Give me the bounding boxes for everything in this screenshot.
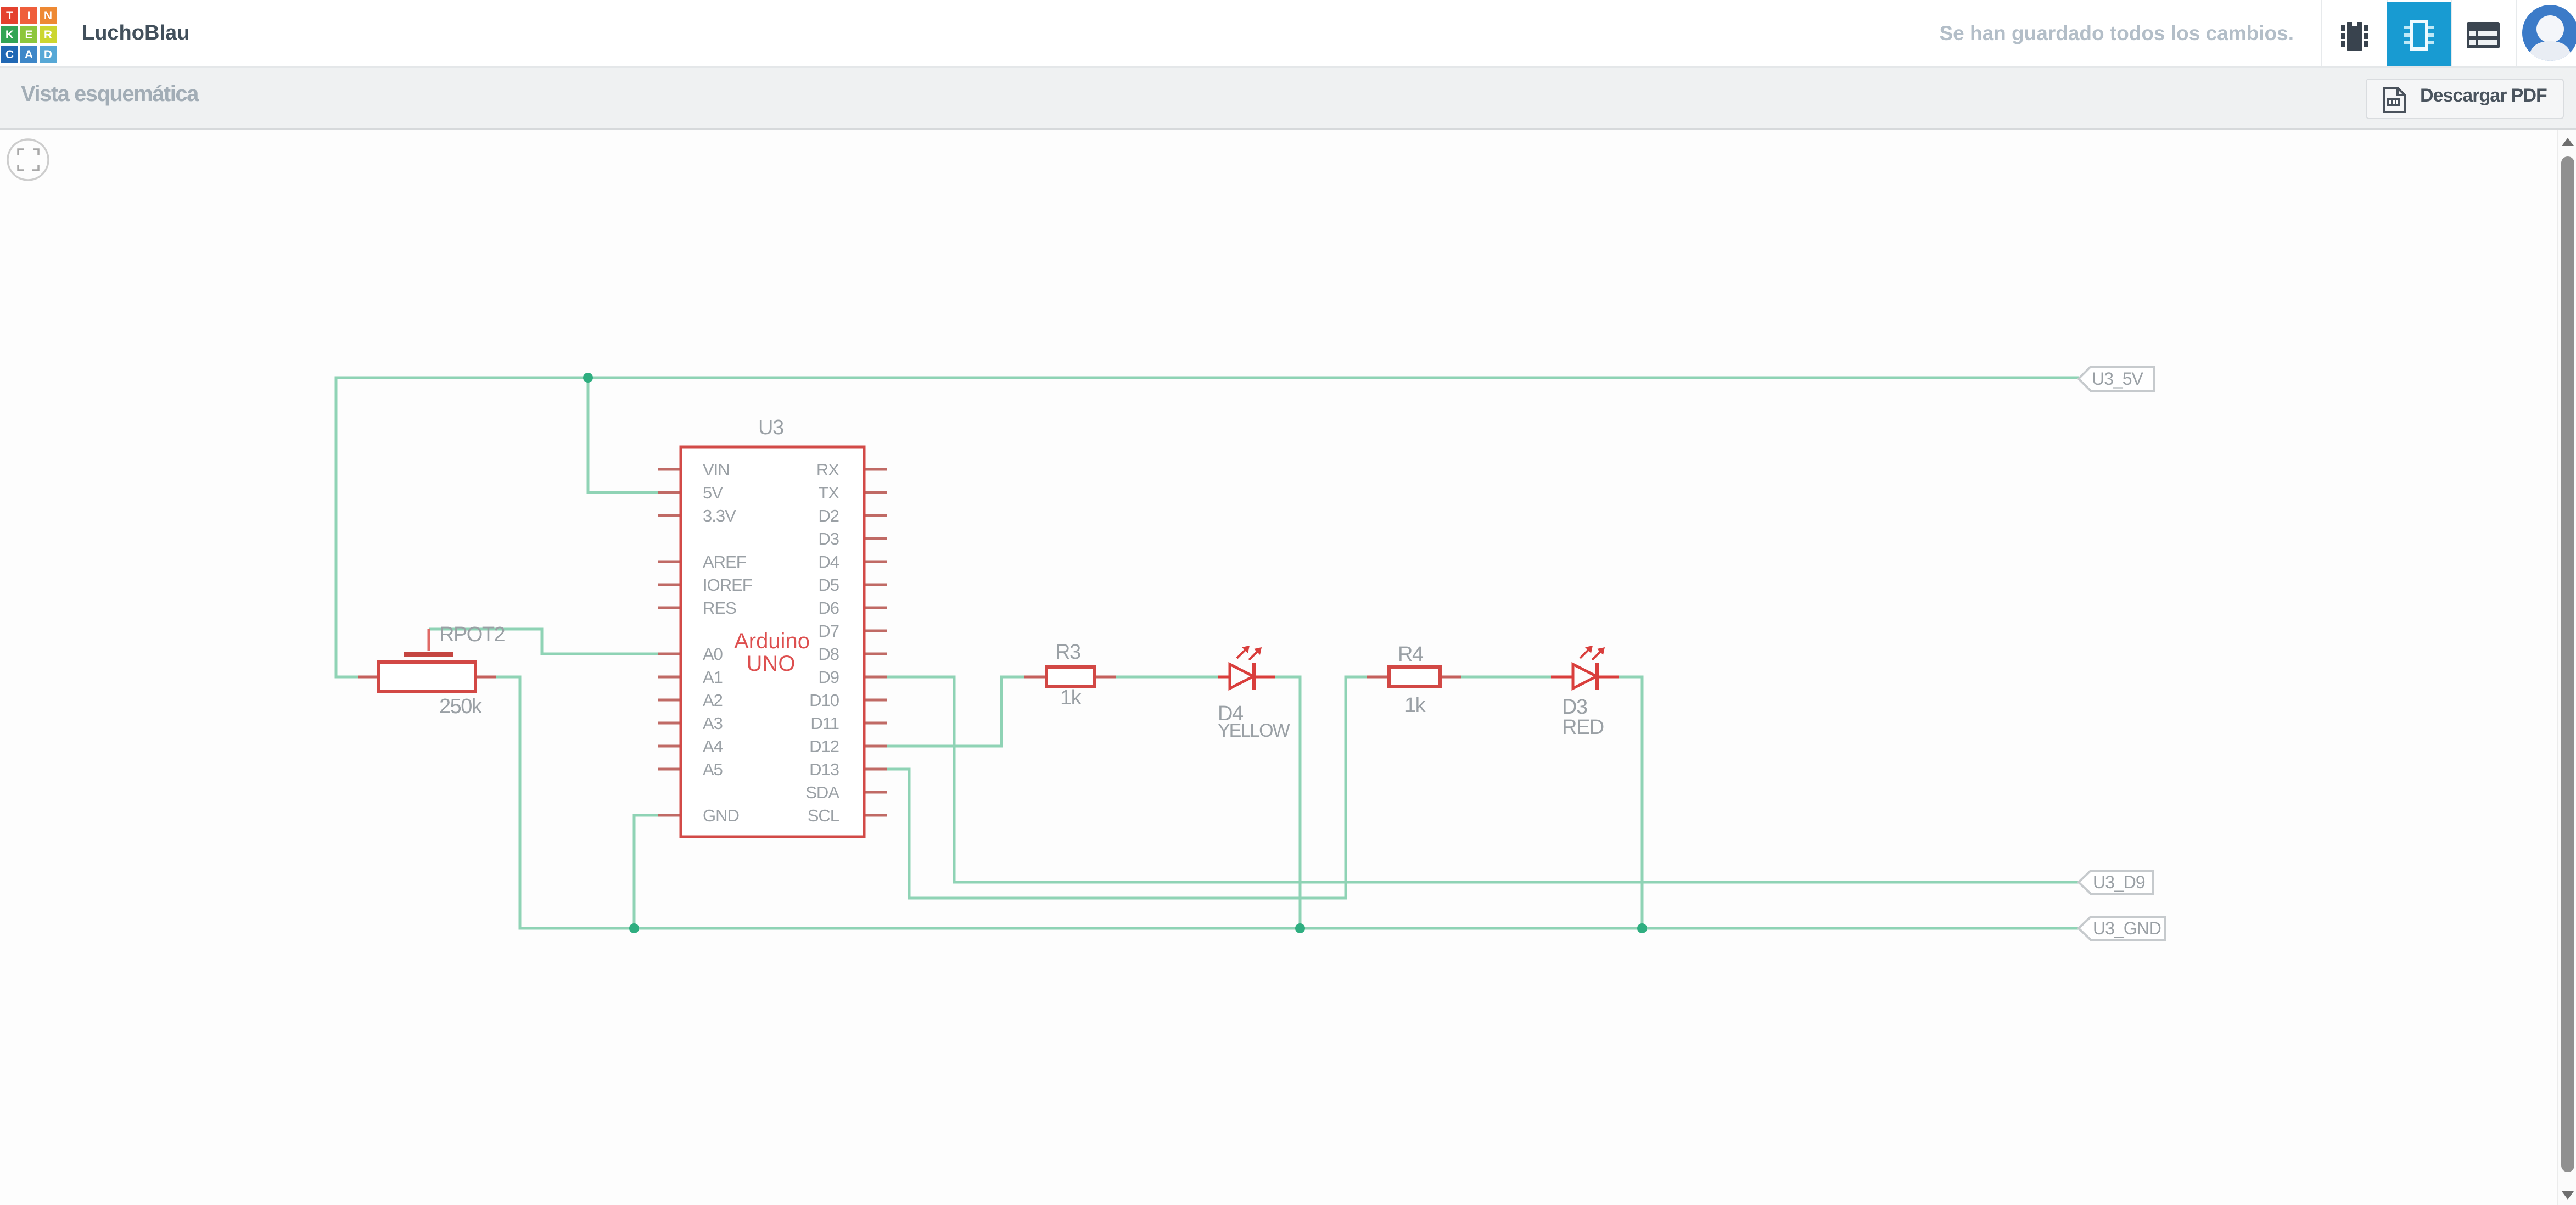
svg-text:D5: D5 bbox=[818, 575, 839, 595]
svg-text:D6: D6 bbox=[818, 598, 839, 618]
svg-text:D7: D7 bbox=[818, 621, 839, 641]
svg-text:Arduino: Arduino bbox=[734, 629, 810, 653]
svg-text:A2: A2 bbox=[703, 691, 723, 710]
svg-text:TX: TX bbox=[818, 483, 839, 502]
svg-text:R3: R3 bbox=[1055, 641, 1080, 664]
svg-text:A0: A0 bbox=[703, 644, 723, 664]
svg-text:5V: 5V bbox=[703, 483, 723, 502]
svg-text:GND: GND bbox=[703, 806, 739, 825]
svg-text:D3: D3 bbox=[818, 529, 839, 548]
svg-text:UNO: UNO bbox=[747, 652, 796, 676]
svg-text:A3: A3 bbox=[703, 714, 723, 733]
svg-text:R4: R4 bbox=[1398, 643, 1424, 666]
svg-text:RX: RX bbox=[816, 460, 839, 479]
svg-text:D9: D9 bbox=[818, 668, 839, 687]
svg-text:AREF: AREF bbox=[703, 552, 746, 571]
svg-text:A4: A4 bbox=[703, 737, 723, 756]
svg-text:1k: 1k bbox=[1060, 686, 1082, 709]
svg-text:RES: RES bbox=[703, 598, 736, 618]
svg-text:D4: D4 bbox=[818, 552, 839, 571]
svg-text:250k: 250k bbox=[439, 695, 483, 718]
svg-text:VIN: VIN bbox=[703, 460, 730, 479]
svg-text:A1: A1 bbox=[703, 668, 723, 687]
svg-text:D11: D11 bbox=[810, 714, 839, 733]
svg-text:U3_5V: U3_5V bbox=[2092, 369, 2144, 389]
svg-text:U3_GND: U3_GND bbox=[2093, 918, 2161, 938]
svg-text:RED: RED bbox=[1562, 716, 1604, 739]
svg-text:IOREF: IOREF bbox=[703, 575, 752, 595]
svg-text:D13: D13 bbox=[809, 760, 839, 779]
svg-text:D3: D3 bbox=[1562, 696, 1587, 719]
svg-text:A5: A5 bbox=[703, 760, 723, 779]
svg-text:U3: U3 bbox=[758, 416, 783, 439]
svg-text:D2: D2 bbox=[818, 506, 839, 525]
svg-text:1k: 1k bbox=[1404, 694, 1426, 717]
svg-text:SCL: SCL bbox=[808, 806, 839, 825]
svg-text:RPOT2: RPOT2 bbox=[439, 623, 505, 646]
svg-text:D12: D12 bbox=[809, 737, 839, 756]
svg-text:D10: D10 bbox=[809, 691, 839, 710]
svg-text:3.3V: 3.3V bbox=[703, 506, 736, 525]
svg-text:D8: D8 bbox=[818, 644, 839, 664]
svg-text:SDA: SDA bbox=[805, 783, 839, 802]
svg-text:YELLOW: YELLOW bbox=[1218, 720, 1290, 741]
svg-text:U3_D9: U3_D9 bbox=[2093, 872, 2145, 892]
